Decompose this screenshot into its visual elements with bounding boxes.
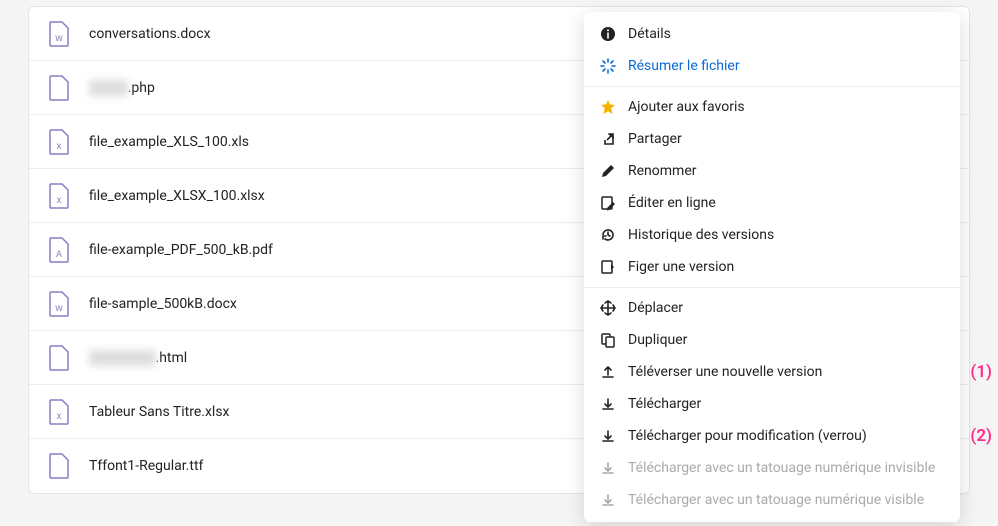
menu-item-label: Télécharger [628,396,701,412]
move-icon [598,298,618,318]
annotation-one: (1) [970,362,992,382]
menu-item-label: Renommer [628,163,697,179]
menu-item-version-history[interactable]: Historique des versions [584,219,960,251]
pdf-icon: A [47,237,71,263]
menu-item-details[interactable]: Détails [584,18,960,50]
menu-item-label: Résumer le fichier [628,58,740,74]
context-menu: Détails Résumer le fichier Ajouter aux f… [584,12,960,522]
redacted-text: xxxxx [89,80,128,96]
menu-item-summarize[interactable]: Résumer le fichier [584,50,960,82]
xls-icon: x [47,183,71,209]
menu-separator [584,86,960,87]
menu-item-label: Dupliquer [628,332,687,348]
menu-item-upload-new-version[interactable]: Téléverser une nouvelle version (1) [584,356,960,388]
svg-text:x: x [57,141,62,152]
file-generic-icon [47,453,71,479]
pin-document-icon [598,257,618,277]
menu-item-label: Ajouter aux favoris [628,99,745,115]
menu-item-favorite[interactable]: Ajouter aux favoris [584,91,960,123]
docx-icon: w [47,21,71,47]
menu-item-label: Éditer en ligne [628,195,716,211]
menu-item-share[interactable]: Partager [584,123,960,155]
svg-text:x: x [57,411,62,422]
menu-item-edit-online[interactable]: Éditer en ligne [584,187,960,219]
annotation-two: (2) [970,426,992,446]
menu-item-label: Figer une version [628,259,734,275]
history-icon [598,225,618,245]
download-icon [598,490,618,510]
menu-item-download-visible-watermark: Télécharger avec un tatouage numérique v… [584,484,960,516]
redacted-text: xxxxxxxxx [89,350,156,366]
download-icon [598,458,618,478]
menu-item-label: Télécharger avec un tatouage numérique v… [628,492,924,508]
copy-icon [598,330,618,350]
star-icon [598,97,618,117]
svg-text:w: w [54,303,63,314]
menu-separator [584,287,960,288]
file-generic-icon [47,75,71,101]
menu-item-download-invisible-watermark: Télécharger avec un tatouage numérique i… [584,452,960,484]
menu-item-rename[interactable]: Renommer [584,155,960,187]
edit-document-icon [598,193,618,213]
info-icon [598,24,618,44]
xls-icon: x [47,129,71,155]
share-icon [598,129,618,149]
svg-text:A: A [56,249,62,259]
menu-item-label: Téléverser une nouvelle version [628,364,822,380]
sparkle-burst-icon [598,56,618,76]
menu-item-move[interactable]: Déplacer [584,292,960,324]
xls-icon: x [47,399,71,425]
menu-item-label: Télécharger avec un tatouage numérique i… [628,460,935,476]
docx-icon: w [47,291,71,317]
menu-item-label: Partager [628,131,682,147]
menu-item-download[interactable]: Télécharger [584,388,960,420]
menu-item-label: Télécharger pour modification (verrou) [628,428,867,444]
menu-item-label: Déplacer [628,300,683,316]
menu-item-label: Détails [628,26,671,42]
upload-icon [598,362,618,382]
menu-item-label: Historique des versions [628,227,774,243]
menu-item-download-edit-lock[interactable]: Télécharger pour modification (verrou) (… [584,420,960,452]
download-icon [598,426,618,446]
menu-item-duplicate[interactable]: Dupliquer [584,324,960,356]
pencil-icon [598,161,618,181]
svg-text:x: x [57,195,62,206]
svg-text:w: w [54,33,63,44]
menu-item-freeze-version[interactable]: Figer une version [584,251,960,283]
download-icon [598,394,618,414]
file-generic-icon [47,345,71,371]
